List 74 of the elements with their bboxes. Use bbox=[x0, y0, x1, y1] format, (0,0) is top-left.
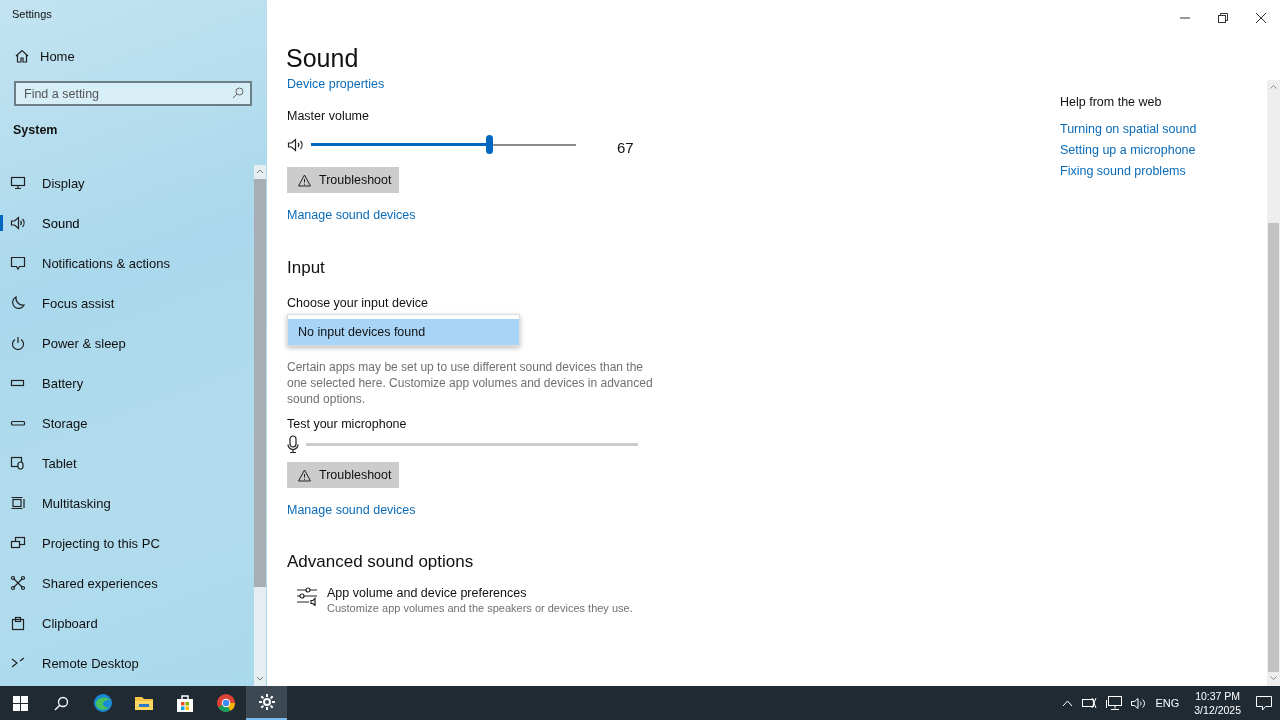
nav-item[interactable]: Display bbox=[0, 163, 267, 203]
help-heading: Help from the web bbox=[1060, 95, 1163, 109]
round-logo-icon bbox=[215, 693, 236, 713]
section-heading: Advanced sound options bbox=[287, 552, 475, 572]
manage-devices-link[interactable]: Manage sound devices bbox=[287, 503, 416, 517]
clock-date[interactable]: 3/12/2025 bbox=[1194, 703, 1241, 717]
option-title[interactable]: App volume and device preferences bbox=[327, 586, 633, 600]
gear-icon bbox=[256, 692, 277, 712]
nav-item[interactable]: Battery bbox=[0, 363, 267, 403]
nav-item[interactable]: Focus assist bbox=[0, 283, 267, 323]
notification-icon[interactable] bbox=[1256, 695, 1272, 711]
sliders-icon bbox=[296, 586, 318, 606]
slider-thumb[interactable] bbox=[485, 134, 493, 154]
dropdown-option[interactable]: No input devices found bbox=[288, 319, 519, 345]
section-heading: Input bbox=[287, 258, 326, 278]
nav-item[interactable]: Shared experiences bbox=[0, 563, 267, 603]
nav-item[interactable]: Clipboard bbox=[0, 603, 267, 643]
taskbar-app[interactable] bbox=[246, 686, 287, 720]
nav-item[interactable]: Multitasking bbox=[0, 483, 267, 523]
option-description: Customize app volumes and the speakers or devices they use. bbox=[327, 602, 633, 614]
help-link[interactable]: Setting up a microphone bbox=[1060, 143, 1196, 157]
cross-nodes-icon bbox=[10, 575, 26, 591]
restore-icon[interactable] bbox=[1218, 13, 1228, 23]
clock-time[interactable]: 10:37 PM bbox=[1195, 689, 1241, 703]
warning-icon bbox=[298, 173, 311, 187]
tablet-icon bbox=[10, 455, 26, 471]
manage-devices-link[interactable]: Manage sound devices bbox=[287, 208, 416, 222]
field-label: Choose your input device bbox=[287, 296, 429, 310]
moon-icon bbox=[10, 295, 26, 311]
monitor-icon bbox=[10, 175, 26, 191]
home-link[interactable]: Home bbox=[14, 45, 267, 67]
shopping-bag-icon bbox=[174, 693, 195, 713]
scrollbar[interactable] bbox=[254, 165, 266, 686]
message-icon bbox=[10, 255, 26, 271]
troubleshoot-button[interactable]: Troubleshoot bbox=[287, 167, 399, 193]
warning-icon bbox=[298, 468, 311, 482]
troubleshoot-button[interactable]: Troubleshoot bbox=[287, 462, 399, 488]
nav-item[interactable]: Power & sleep bbox=[0, 323, 267, 363]
nav-item[interactable]: Notifications & actions bbox=[0, 243, 267, 283]
page-title: Sound bbox=[286, 44, 360, 73]
chevron-down-icon[interactable] bbox=[256, 676, 264, 681]
search-icon bbox=[54, 695, 69, 711]
power-icon bbox=[10, 335, 26, 351]
search-field[interactable]: Find a setting bbox=[14, 81, 252, 106]
close-icon[interactable] bbox=[1256, 13, 1266, 23]
window-title: Settings bbox=[12, 8, 53, 20]
home-icon bbox=[14, 48, 30, 64]
info-text: Certain apps may be set up to use different sound devices than the one selected here. Customize app volumes and devices in advanced sound options. bbox=[287, 359, 654, 407]
network-monitor-icon[interactable] bbox=[1106, 696, 1123, 710]
projector-icon bbox=[10, 535, 26, 551]
nav-item[interactable]: Remote Desktop bbox=[0, 643, 267, 683]
windows-logo-icon bbox=[13, 695, 28, 711]
nav-item[interactable]: Projecting to this PC bbox=[0, 523, 267, 563]
nav-item[interactable]: Tablet bbox=[0, 443, 267, 483]
language-indicator[interactable]: ENG bbox=[1155, 697, 1180, 709]
volume-reading: 67 bbox=[617, 139, 634, 156]
speaker-icon bbox=[287, 136, 305, 153]
clipboard-icon bbox=[10, 615, 26, 631]
device-properties-link[interactable]: Device properties bbox=[287, 77, 385, 91]
search-icon bbox=[232, 87, 244, 99]
help-link[interactable]: Turning on spatial sound bbox=[1060, 122, 1197, 136]
help-link[interactable]: Fixing sound problems bbox=[1060, 164, 1186, 178]
microphone-icon bbox=[287, 435, 299, 453]
speaker-icon[interactable] bbox=[1131, 696, 1147, 710]
nav-item[interactable]: Storage bbox=[0, 403, 267, 443]
section-heading: System bbox=[13, 123, 59, 137]
speaker-icon bbox=[10, 215, 26, 231]
windows-stack-icon bbox=[10, 495, 26, 511]
browser-icon bbox=[92, 693, 113, 713]
nav-item[interactable]: Sound bbox=[0, 203, 267, 243]
scrollbar[interactable] bbox=[1267, 80, 1280, 686]
master-volume-label: Master volume bbox=[287, 109, 369, 123]
chevron-down-icon[interactable] bbox=[1270, 676, 1277, 680]
field-label: Test your microphone bbox=[287, 417, 407, 431]
